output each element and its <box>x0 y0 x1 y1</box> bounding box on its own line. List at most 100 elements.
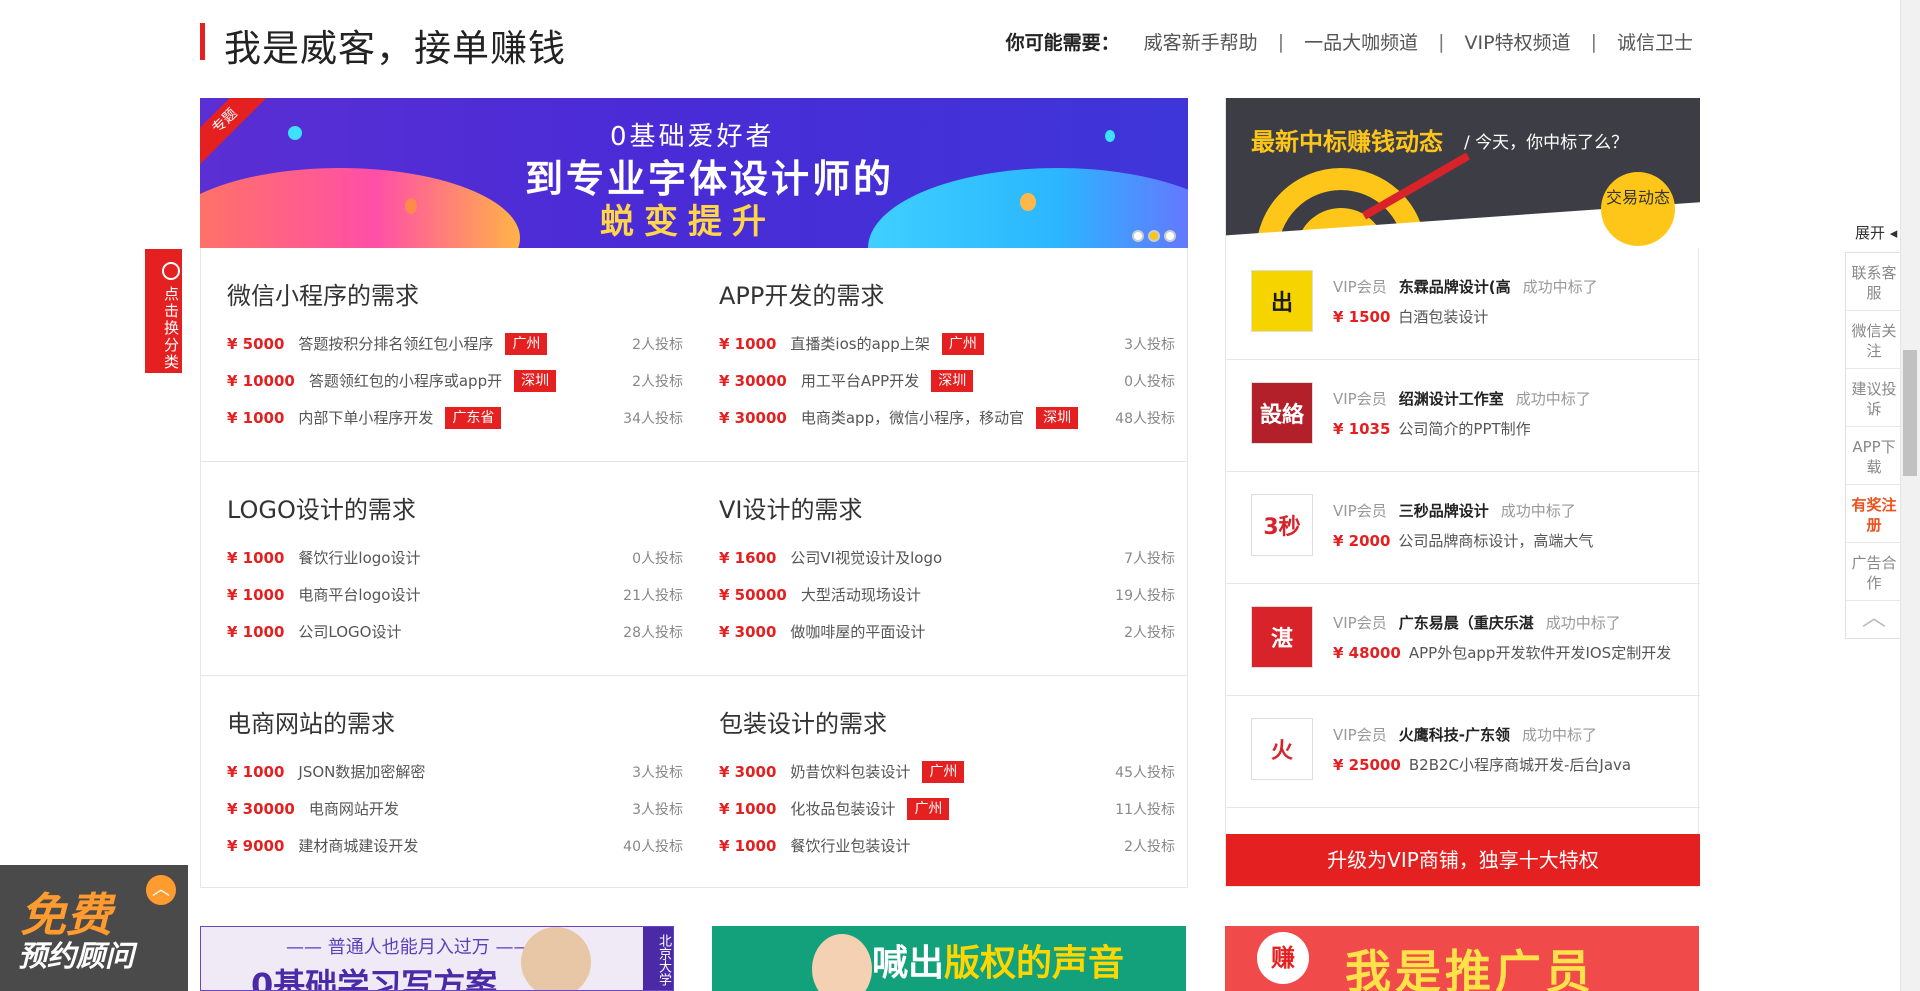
lecturer-avatar <box>521 927 591 990</box>
demand-row[interactable]: ¥ 1000 电商平台logo设计 21人投标 <box>227 576 683 613</box>
ad2-pre: 喊出 <box>872 943 945 984</box>
won-label: 成功中标了 <box>1545 614 1621 632</box>
category-title[interactable]: 包装设计的需求 <box>719 704 1175 739</box>
demand-row[interactable]: ¥ 30000 电商类app，微信小程序，移动官 深圳 48人投标 <box>719 399 1175 436</box>
demand-row[interactable]: ¥ 1000 餐饮行业包装设计 2人投标 <box>719 827 1175 864</box>
demand-row[interactable]: ¥ 1600 公司VI视觉设计及logo 7人投标 <box>719 539 1175 576</box>
back-to-top-icon[interactable]: ︿ <box>1846 601 1902 641</box>
shop-name[interactable]: 绍渊设计工作室 <box>1399 390 1504 408</box>
scrollbar-thumb[interactable] <box>1903 350 1917 476</box>
shop-name[interactable]: 东霖品牌设计(高 <box>1399 278 1511 296</box>
demand-name[interactable]: 餐饮行业logo设计 <box>298 547 420 568</box>
demand-row[interactable]: ¥ 1000 公司LOGO设计 28人投标 <box>227 613 683 650</box>
shop-name[interactable]: 火鹰科技-广东领 <box>1399 726 1510 744</box>
page-scrollbar[interactable] <box>1900 0 1920 991</box>
winner-entry[interactable]: 出 VIP会员 东霖品牌设计(高 成功中标了 ¥ 1500 白酒包装设计 <box>1226 248 1700 360</box>
float-contact-service[interactable]: 联系客服 <box>1846 253 1902 311</box>
demand-price: ¥ 3000 <box>719 622 777 641</box>
chevron-up-icon[interactable]: ︿ <box>146 875 176 905</box>
demand-name[interactable]: 大型活动现场设计 <box>801 584 921 605</box>
category-title[interactable]: VI设计的需求 <box>719 490 1175 525</box>
winner-task-line: ¥ 2000 公司品牌商标设计，高端大气 <box>1333 530 1593 551</box>
winner-entry[interactable]: 火 VIP会员 火鹰科技-广东领 成功中标了 ¥ 25000 B2B2C小程序商城开发-后… <box>1226 696 1700 808</box>
winner-task[interactable]: 公司品牌商标设计，高端大气 <box>1398 532 1593 550</box>
location-tag: 广东省 <box>445 406 502 429</box>
demand-name[interactable]: 答题按积分排名领红包小程序 <box>298 333 493 354</box>
demand-row[interactable]: ¥ 1000 化妆品包装设计 广州 11人投标 <box>719 790 1175 827</box>
demand-row[interactable]: ¥ 1000 餐饮行业logo设计 0人投标 <box>227 539 683 576</box>
winner-task[interactable]: 白酒包装设计 <box>1398 308 1488 326</box>
shop-logo[interactable]: 湛 <box>1251 606 1313 668</box>
shop-logo[interactable]: 火 <box>1251 718 1313 780</box>
demand-name[interactable]: 电商平台logo设计 <box>298 584 420 605</box>
winner-entry[interactable]: 設絡 VIP会员 绍渊设计工作室 成功中标了 ¥ 1035 公司简介的PPT制作 <box>1226 360 1700 472</box>
link-newbie-help[interactable]: 威客新手帮助 <box>1144 28 1258 55</box>
demand-name[interactable]: 电商网站开发 <box>309 798 399 819</box>
winner-task[interactable]: APP外包app开发软件开发IOS定制开发 <box>1409 644 1671 662</box>
demand-name[interactable]: 餐饮行业包装设计 <box>790 835 910 856</box>
promo-banner[interactable]: 专题 0基础爱好者 到专业字体设计师的 蜕变提升 <box>200 98 1188 248</box>
demand-name[interactable]: 公司VI视觉设计及logo <box>790 547 942 568</box>
float-wechat-follow[interactable]: 微信关注 <box>1846 311 1902 369</box>
demand-name[interactable]: 用工平台APP开发 <box>801 370 919 391</box>
demand-name[interactable]: 直播类ios的app上架 <box>790 333 929 354</box>
float-app-download[interactable]: APP下载 <box>1846 427 1902 485</box>
carousel-dot-active[interactable] <box>1148 230 1160 242</box>
demand-row[interactable]: ¥ 1000 内部下单小程序开发 广东省 34人投标 <box>227 399 683 436</box>
demand-row[interactable]: ¥ 30000 电商网站开发 3人投标 <box>227 790 683 827</box>
banner-dot-decoration <box>1105 130 1115 142</box>
ad-promoter[interactable]: 赚 我是推广员 <box>1225 926 1699 991</box>
demand-row[interactable]: ¥ 9000 建材商城建设开发 40人投标 <box>227 827 683 864</box>
category-title[interactable]: 微信小程序的需求 <box>227 276 683 311</box>
section-title: 我是威客，接单赚钱 <box>224 27 566 70</box>
ad-copywriting-course[interactable]: —— 普通人也能月入过万 —— 0基础学习写方案 北京大学 <box>200 926 674 991</box>
upgrade-vip-button[interactable]: 升级为VIP商铺，独享十大特权 <box>1226 834 1700 886</box>
link-expert-channel[interactable]: 一品大咖频道 <box>1304 28 1418 55</box>
demand-name[interactable]: 答题领红包的小程序或app开 <box>309 370 502 391</box>
switch-category-tab[interactable]: 点击换分类 <box>145 249 182 373</box>
float-ad-cooperation[interactable]: 广告合作 <box>1846 543 1902 601</box>
demand-row[interactable]: ¥ 3000 做咖啡屋的平面设计 2人投标 <box>719 613 1175 650</box>
float-feedback[interactable]: 建议投诉 <box>1846 369 1902 427</box>
demand-row[interactable]: ¥ 1000 直播类ios的app上架 广州 3人投标 <box>719 325 1175 362</box>
expand-toggle[interactable]: 展开 ◂ <box>1855 222 1897 243</box>
trade-dynamics-badge[interactable]: 交易动态 <box>1601 172 1675 246</box>
demand-name[interactable]: JSON数据加密解密 <box>298 761 425 782</box>
demand-row[interactable]: ¥ 1000 JSON数据加密解密 3人投标 <box>227 753 683 790</box>
category-title[interactable]: APP开发的需求 <box>719 276 1175 311</box>
link-integrity-guard[interactable]: 诚信卫士 <box>1617 28 1693 55</box>
winner-entry[interactable]: 3秒 VIP会员 三秒品牌设计 成功中标了 ¥ 2000 公司品牌商标设计，高端大气 <box>1226 472 1700 584</box>
demand-name[interactable]: 内部下单小程序开发 <box>298 407 433 428</box>
float-register-reward[interactable]: 有奖注册 <box>1846 485 1902 543</box>
demand-name[interactable]: 做咖啡屋的平面设计 <box>790 621 925 642</box>
carousel-dot[interactable] <box>1132 230 1144 242</box>
carousel-dot[interactable] <box>1164 230 1176 242</box>
shop-logo[interactable]: 設絡 <box>1251 382 1313 444</box>
link-vip-channel[interactable]: VIP特权频道 <box>1465 28 1571 55</box>
category-title[interactable]: 电商网站的需求 <box>227 704 683 739</box>
winner-task[interactable]: 公司简介的PPT制作 <box>1398 420 1530 438</box>
demand-price: ¥ 1000 <box>227 762 285 781</box>
demand-name[interactable]: 公司LOGO设计 <box>298 621 401 642</box>
demand-row[interactable]: ¥ 5000 答题按积分排名领红包小程序 广州 2人投标 <box>227 325 683 362</box>
shop-name[interactable]: 三秒品牌设计 <box>1399 502 1489 520</box>
shop-logo[interactable]: 3秒 <box>1251 494 1313 556</box>
demand-row[interactable]: ¥ 10000 答题领红包的小程序或app开 深圳 2人投标 <box>227 362 683 399</box>
demand-price: ¥ 1000 <box>227 622 285 641</box>
category-title[interactable]: LOGO设计的需求 <box>227 490 683 525</box>
demand-row[interactable]: ¥ 3000 奶昔饮料包装设计 广州 45人投标 <box>719 753 1175 790</box>
demand-row[interactable]: ¥ 30000 用工平台APP开发 深圳 0人投标 <box>719 362 1175 399</box>
winner-task[interactable]: B2B2C小程序商城开发-后台Java <box>1409 756 1631 774</box>
demand-price: ¥ 30000 <box>719 408 787 427</box>
book-consultant-label: 预约顾问 <box>18 939 135 973</box>
shop-name[interactable]: 广东易晨（重庆乐湛 <box>1399 614 1534 632</box>
free-consultant-widget[interactable]: 免费 预约顾问 ︿ <box>0 865 188 991</box>
demand-name[interactable]: 化妆品包装设计 <box>790 798 895 819</box>
shop-logo[interactable]: 出 <box>1251 270 1313 332</box>
demand-name[interactable]: 建材商城建设开发 <box>298 835 418 856</box>
demand-name[interactable]: 奶昔饮料包装设计 <box>790 761 910 782</box>
ad-copyright[interactable]: 喊出版权的声音 <box>712 926 1186 991</box>
demand-name[interactable]: 电商类app，微信小程序，移动官 <box>801 407 1024 428</box>
winner-entry[interactable]: 湛 VIP会员 广东易晨（重庆乐湛 成功中标了 ¥ 48000 APP外包app开发软件开… <box>1226 584 1700 696</box>
demand-row[interactable]: ¥ 50000 大型活动现场设计 19人投标 <box>719 576 1175 613</box>
